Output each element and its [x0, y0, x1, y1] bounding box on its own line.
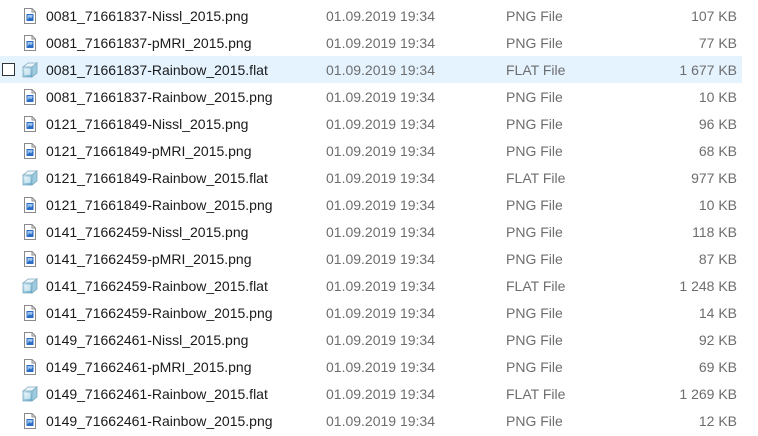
file-row[interactable]: 0141_71662459-Rainbow_2015.flat 01.09.20… — [0, 272, 742, 299]
file-size: 107 KB — [691, 8, 737, 24]
png-file-icon — [21, 34, 39, 52]
file-row[interactable]: 0121_71661849-Nissl_2015.png 01.09.2019 … — [0, 110, 742, 137]
file-size: 68 KB — [698, 143, 737, 159]
png-file-icon — [21, 412, 39, 430]
flat-file-icon — [21, 61, 39, 79]
file-size: 10 KB — [698, 89, 737, 105]
png-file-icon — [21, 88, 39, 106]
file-size: 1 677 KB — [679, 62, 737, 78]
file-date-modified: 01.09.2019 19:34 — [326, 89, 435, 105]
file-name: 0121_71661849-Rainbow_2015.png — [46, 197, 273, 213]
file-date-modified: 01.09.2019 19:34 — [326, 332, 435, 348]
file-type: PNG File — [506, 224, 563, 240]
file-row[interactable]: 0141_71662459-Rainbow_2015.png 01.09.201… — [0, 299, 742, 326]
file-date-modified: 01.09.2019 19:34 — [326, 62, 435, 78]
png-file-icon — [21, 7, 39, 25]
file-size: 977 KB — [691, 170, 737, 186]
file-row[interactable]: 0141_71662459-Nissl_2015.png 01.09.2019 … — [0, 218, 742, 245]
file-date-modified: 01.09.2019 19:34 — [326, 305, 435, 321]
file-type: FLAT File — [506, 62, 566, 78]
file-type: PNG File — [506, 413, 563, 429]
flat-file-icon — [21, 169, 39, 187]
file-size: 10 KB — [698, 197, 737, 213]
file-type: PNG File — [506, 116, 563, 132]
file-type: PNG File — [506, 197, 563, 213]
file-size: 118 KB — [692, 224, 737, 240]
file-date-modified: 01.09.2019 19:34 — [326, 170, 435, 186]
file-row[interactable]: 0081_71661837-pMRI_2015.png 01.09.2019 1… — [0, 29, 742, 56]
file-type: PNG File — [506, 332, 563, 348]
png-file-icon — [21, 250, 39, 268]
select-checkbox[interactable] — [2, 63, 15, 76]
file-type: PNG File — [506, 143, 563, 159]
file-size: 12 KB — [698, 413, 737, 429]
file-type: PNG File — [506, 89, 563, 105]
file-name: 0149_71662461-Nissl_2015.png — [46, 332, 249, 348]
file-row[interactable]: 0121_71661849-pMRI_2015.png 01.09.2019 1… — [0, 137, 742, 164]
file-row[interactable]: 0081_71661837-Nissl_2015.png 01.09.2019 … — [0, 2, 742, 29]
file-name: 0081_71661837-Rainbow_2015.png — [46, 89, 273, 105]
file-date-modified: 01.09.2019 19:34 — [326, 224, 435, 240]
png-file-icon — [21, 358, 39, 376]
file-row[interactable]: 0149_71662461-Nissl_2015.png 01.09.2019 … — [0, 326, 742, 353]
file-date-modified: 01.09.2019 19:34 — [326, 8, 435, 24]
file-type: PNG File — [506, 251, 563, 267]
file-row[interactable]: 0149_71662461-pMRI_2015.png 01.09.2019 1… — [0, 353, 742, 380]
file-name: 0141_71662459-pMRI_2015.png — [46, 251, 252, 267]
png-file-icon — [21, 331, 39, 349]
file-row[interactable]: 0149_71662461-Rainbow_2015.png 01.09.201… — [0, 407, 742, 434]
file-row[interactable]: 0149_71662461-Rainbow_2015.flat 01.09.20… — [0, 380, 742, 407]
file-date-modified: 01.09.2019 19:34 — [326, 386, 435, 402]
file-name: 0141_71662459-Rainbow_2015.png — [46, 305, 273, 321]
flat-file-icon — [21, 385, 39, 403]
file-name: 0141_71662459-Rainbow_2015.flat — [46, 278, 268, 294]
file-date-modified: 01.09.2019 19:34 — [326, 278, 435, 294]
file-size: 92 KB — [698, 332, 737, 348]
file-name: 0121_71661849-Nissl_2015.png — [46, 116, 249, 132]
file-row[interactable]: 0081_71661837-Rainbow_2015.png 01.09.201… — [0, 83, 742, 110]
png-file-icon — [21, 304, 39, 322]
file-name: 0121_71661849-Rainbow_2015.flat — [46, 170, 268, 186]
file-name: 0081_71661837-Nissl_2015.png — [46, 8, 249, 24]
file-type: FLAT File — [506, 386, 566, 402]
file-size: 14 KB — [698, 305, 737, 321]
file-size: 96 KB — [698, 116, 737, 132]
file-date-modified: 01.09.2019 19:34 — [326, 251, 435, 267]
png-file-icon — [21, 142, 39, 160]
file-size: 69 KB — [698, 359, 737, 375]
file-type: FLAT File — [506, 278, 566, 294]
flat-file-icon — [21, 277, 39, 295]
file-name: 0149_71662461-pMRI_2015.png — [46, 359, 252, 375]
file-row[interactable]: 0121_71661849-Rainbow_2015.flat 01.09.20… — [0, 164, 742, 191]
file-size: 77 KB — [698, 35, 737, 51]
file-date-modified: 01.09.2019 19:34 — [326, 413, 435, 429]
file-type: PNG File — [506, 35, 563, 51]
file-row[interactable]: 0141_71662459-pMRI_2015.png 01.09.2019 1… — [0, 245, 742, 272]
file-row[interactable]: 0081_71661837-Rainbow_2015.flat 01.09.20… — [0, 56, 742, 83]
file-date-modified: 01.09.2019 19:34 — [326, 359, 435, 375]
file-name: 0141_71662459-Nissl_2015.png — [46, 224, 249, 240]
file-date-modified: 01.09.2019 19:34 — [326, 35, 435, 51]
file-list: 0081_71661837-Nissl_2015.png 01.09.2019 … — [0, 2, 758, 434]
file-name: 0149_71662461-Rainbow_2015.flat — [46, 386, 268, 402]
file-type: FLAT File — [506, 170, 566, 186]
file-size: 87 KB — [698, 251, 737, 267]
file-type: PNG File — [506, 305, 563, 321]
file-date-modified: 01.09.2019 19:34 — [326, 143, 435, 159]
png-file-icon — [21, 196, 39, 214]
file-date-modified: 01.09.2019 19:34 — [326, 197, 435, 213]
file-name: 0149_71662461-Rainbow_2015.png — [46, 413, 273, 429]
png-file-icon — [21, 115, 39, 133]
file-row[interactable]: 0121_71661849-Rainbow_2015.png 01.09.201… — [0, 191, 742, 218]
file-size: 1 269 KB — [679, 386, 737, 402]
file-type: PNG File — [506, 359, 563, 375]
file-date-modified: 01.09.2019 19:34 — [326, 116, 435, 132]
file-name: 0081_71661837-Rainbow_2015.flat — [46, 62, 268, 78]
file-name: 0081_71661837-pMRI_2015.png — [46, 35, 252, 51]
png-file-icon — [21, 223, 39, 241]
file-type: PNG File — [506, 8, 563, 24]
file-name: 0121_71661849-pMRI_2015.png — [46, 143, 252, 159]
file-size: 1 248 KB — [679, 278, 737, 294]
